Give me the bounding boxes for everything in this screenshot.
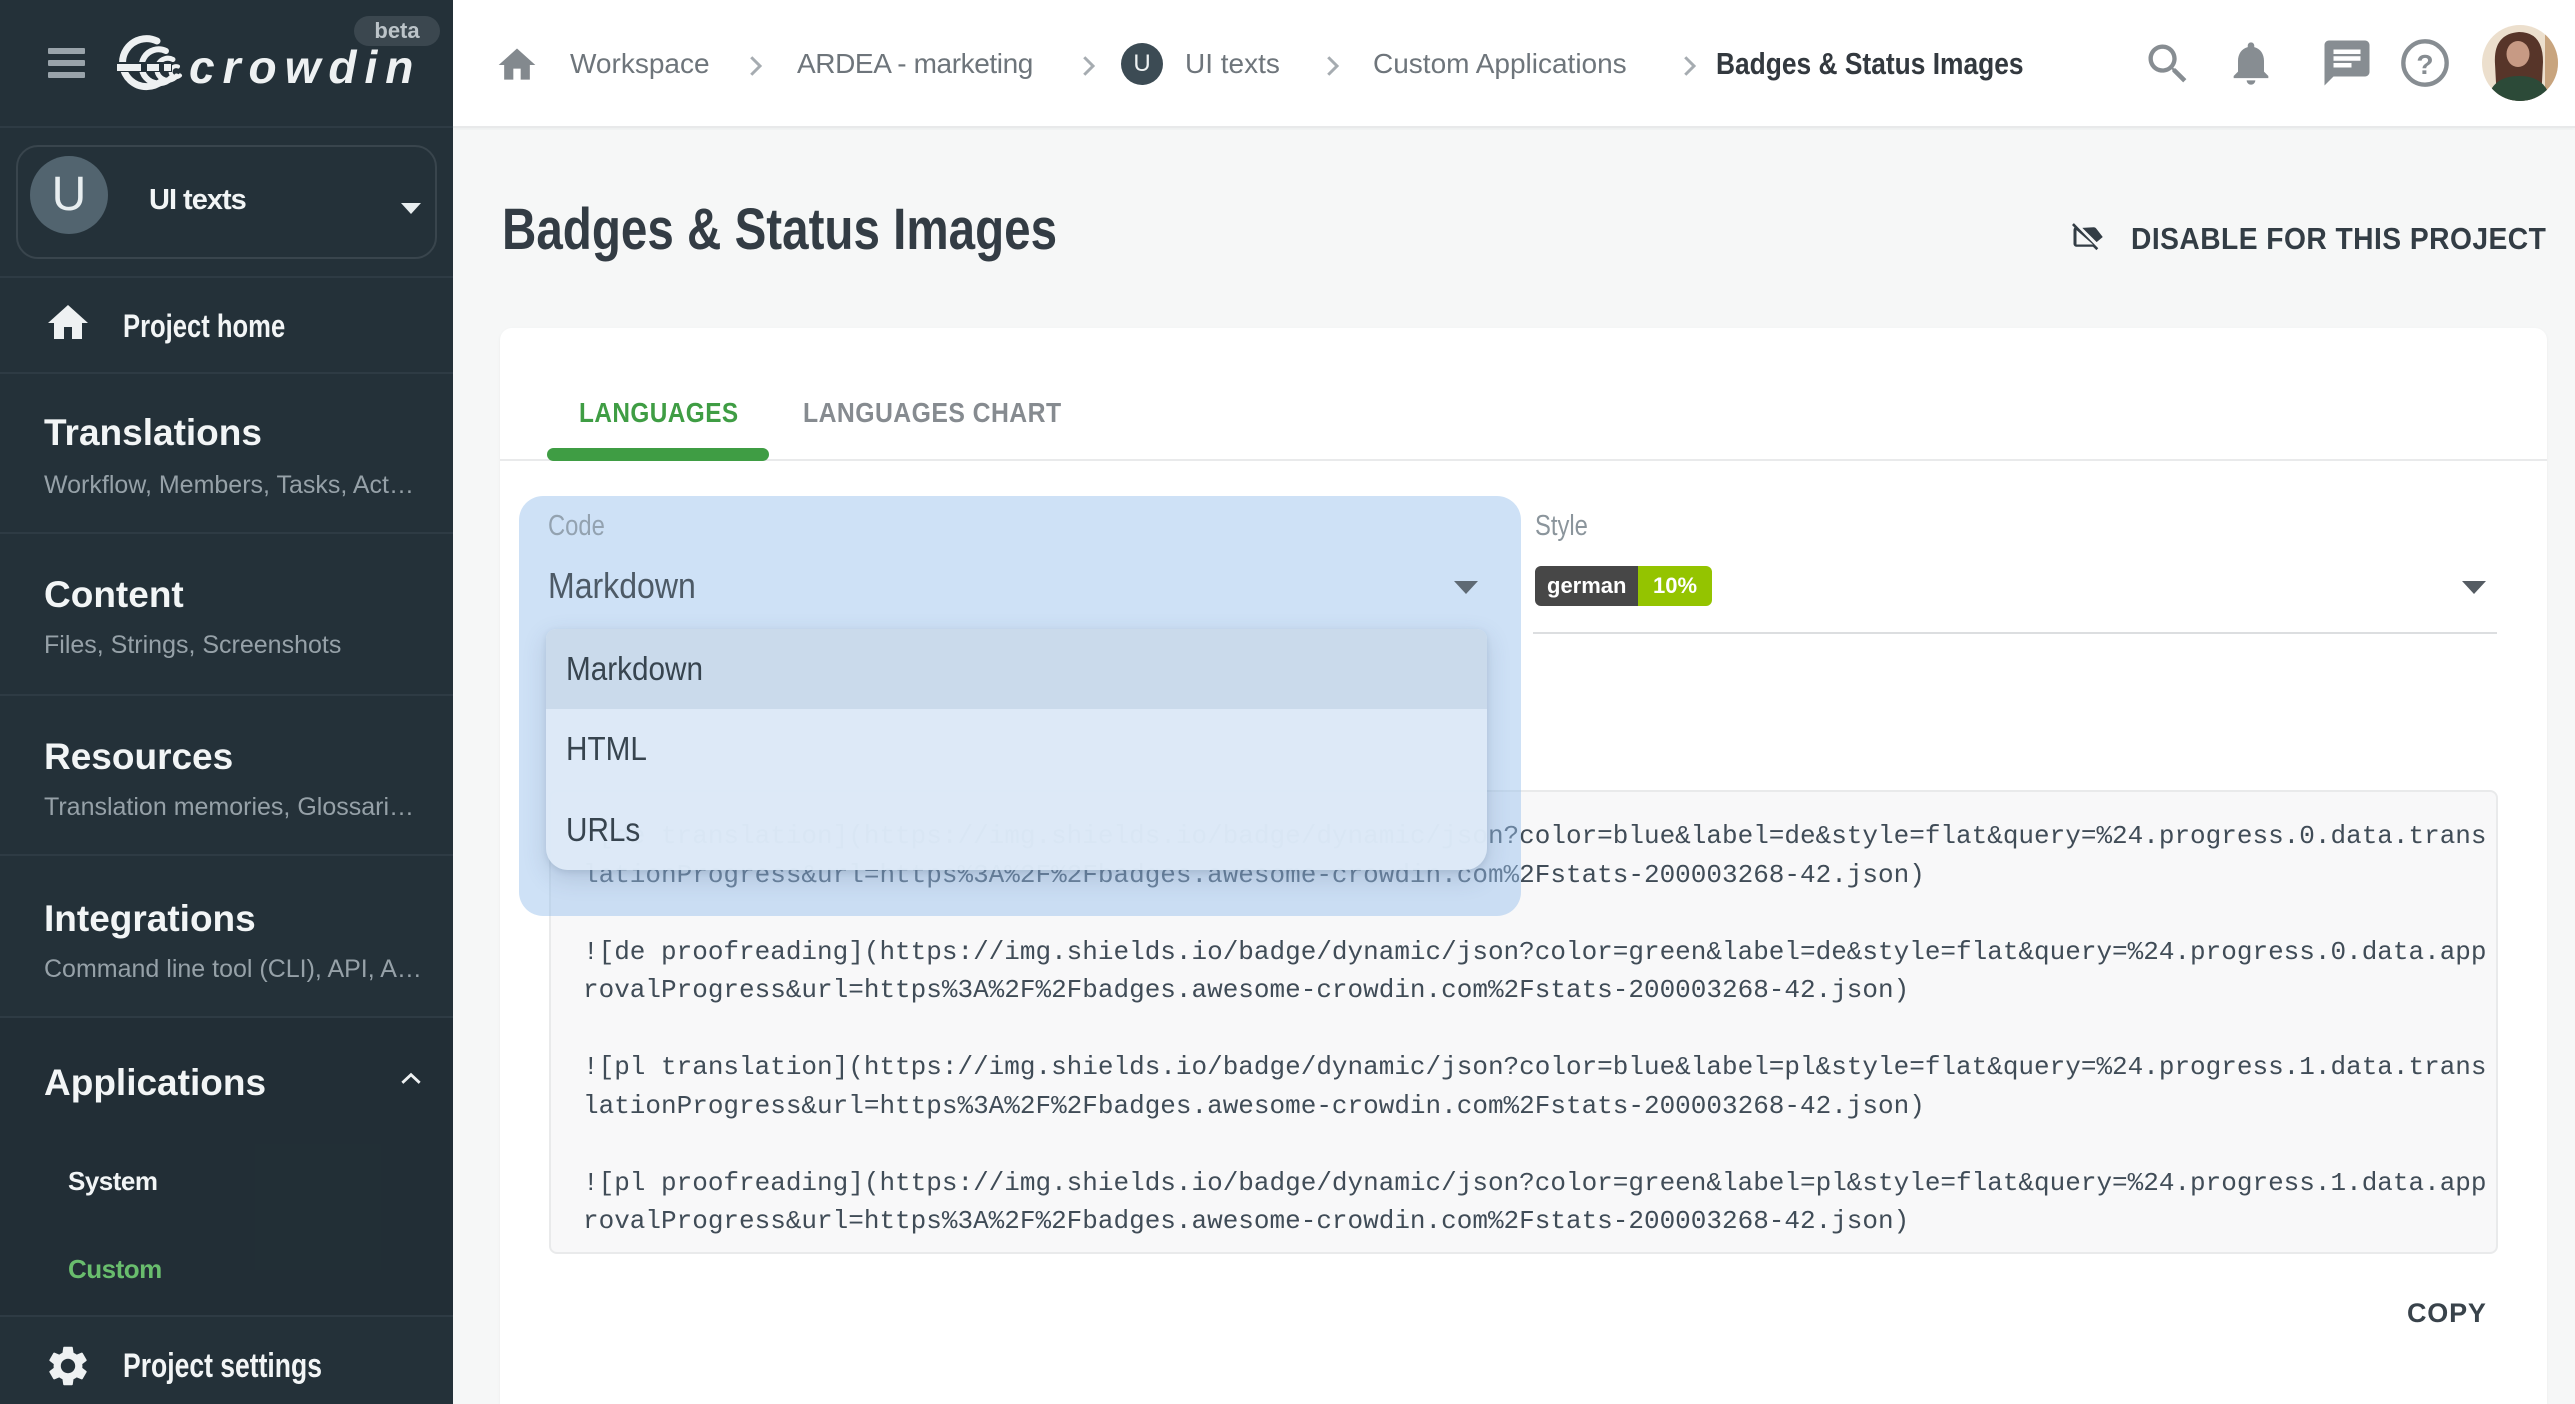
svg-text:?: ? [2416,49,2433,80]
